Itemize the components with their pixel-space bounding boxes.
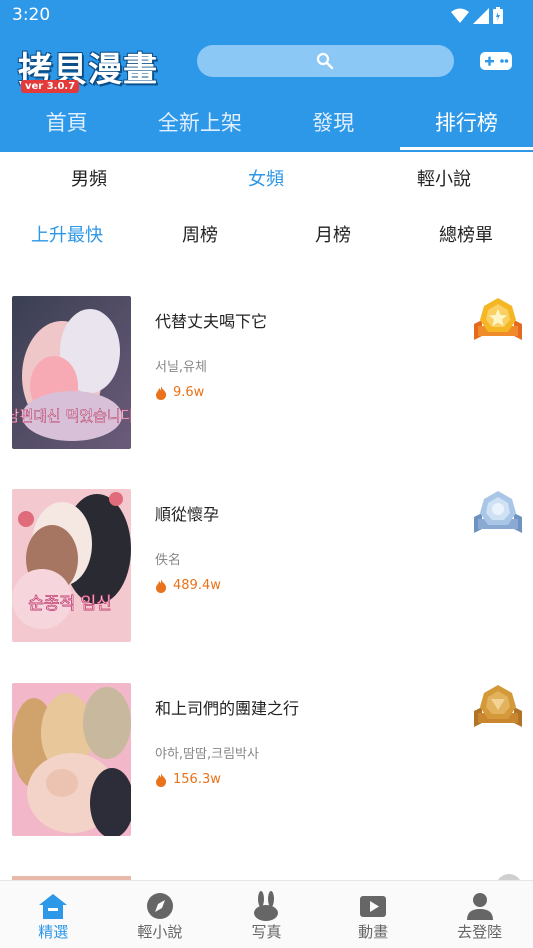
bottom-nav: 精選 輕小說 写真 動畫 去登陸 (0, 880, 533, 948)
comic-cover[interactable]: 남편대신 먹었습니다 (12, 296, 131, 449)
silver-medal-icon (474, 491, 522, 533)
list-item[interactable]: 남편대신 먹었습니다 代替丈夫喝下它 서닐,유체 9.6w (0, 296, 533, 466)
gender-tab-light-novel[interactable]: 輕小說 (417, 160, 471, 200)
fire-icon (156, 385, 167, 400)
gamepad-icon[interactable] (480, 50, 512, 72)
bronze-medal-icon (474, 685, 522, 727)
play-icon (360, 896, 387, 917)
list-item[interactable]: 和上司們的團建之行 야하,땀땀,크림박사 156.3w (0, 683, 533, 853)
rank-filter: 上升最快 周榜 月榜 總榜單 (0, 216, 533, 256)
nav-label: 動畫 (358, 923, 389, 941)
nav-label: 去登陸 (457, 923, 503, 941)
popularity: 9.6w (155, 385, 204, 400)
fire-icon (156, 772, 167, 787)
user-icon (466, 893, 493, 920)
nav-photos[interactable]: 写真 (213, 881, 320, 948)
version-badge: ver 3.0.7 (21, 80, 80, 93)
nav-label: 精選 (38, 923, 69, 941)
nav-login[interactable]: 去登陸 (426, 881, 533, 948)
comic-title[interactable]: 代替丈夫喝下它 (155, 308, 267, 332)
tab-home[interactable]: 首頁 (0, 102, 133, 150)
cover-title: 순종적 임신 (28, 594, 112, 614)
search-icon (316, 52, 334, 70)
app-logo[interactable]: 拷貝漫畫 ver 3.0.7 (18, 42, 168, 93)
comic-cover[interactable] (12, 683, 131, 836)
signal-icon (473, 7, 489, 24)
comic-author: 서닐,유체 (155, 360, 207, 375)
rank-tab-weekly[interactable]: 周榜 (182, 216, 218, 256)
popularity-value: 156.3w (173, 772, 221, 787)
gender-tab-male[interactable]: 男頻 (71, 160, 107, 200)
cover-title: 남편대신 먹었습니다 (12, 407, 131, 425)
popularity-value: 9.6w (173, 385, 205, 400)
rank-tab-rising[interactable]: 上升最快 (31, 216, 103, 256)
tab-new-releases[interactable]: 全新上架 (133, 102, 266, 150)
rank-tab-total[interactable]: 總榜單 (439, 216, 493, 256)
rabbit-icon (254, 891, 279, 921)
gender-filter: 男頻 女頻 輕小說 (0, 160, 533, 200)
status-time: 3:20 (12, 5, 51, 25)
list-item[interactable]: 순종적 임신 順從懷孕 佚名 489.4w (0, 489, 533, 659)
comic-author: 佚名 (155, 553, 182, 568)
app-header: 拷貝漫畫 ver 3.0.7 首頁 全新上架 發現 排行榜 (0, 30, 533, 152)
popularity: 156.3w (155, 772, 221, 787)
tab-discover[interactable]: 發現 (267, 102, 400, 150)
nav-animation[interactable]: 動畫 (320, 881, 427, 948)
search-input[interactable] (197, 45, 454, 77)
rank-tab-monthly[interactable]: 月榜 (315, 216, 351, 256)
nav-label: 写真 (251, 923, 282, 941)
status-bar: 3:20 (0, 0, 533, 30)
nav-featured[interactable]: 精選 (0, 881, 107, 948)
home-icon (39, 894, 68, 919)
comic-title[interactable]: 和上司們的團建之行 (155, 695, 299, 719)
fire-icon (156, 578, 167, 593)
comic-author: 야하,땀땀,크림박사 (155, 747, 259, 762)
wifi-icon (451, 8, 469, 23)
gold-medal-icon (474, 298, 522, 340)
nav-light-novel[interactable]: 輕小說 (107, 881, 214, 948)
compass-icon (146, 893, 173, 919)
battery-icon (493, 7, 503, 24)
popularity-value: 489.4w (173, 578, 221, 593)
gender-tab-female[interactable]: 女頻 (248, 160, 284, 200)
tab-ranking[interactable]: 排行榜 (399, 102, 533, 150)
comic-cover[interactable]: 순종적 임신 (12, 489, 131, 642)
comic-title[interactable]: 順從懷孕 (155, 501, 219, 525)
top-tabs: 首頁 全新上架 發現 排行榜 (0, 102, 533, 150)
nav-label: 輕小說 (137, 923, 183, 941)
popularity: 489.4w (155, 578, 221, 593)
status-icons (451, 7, 503, 24)
